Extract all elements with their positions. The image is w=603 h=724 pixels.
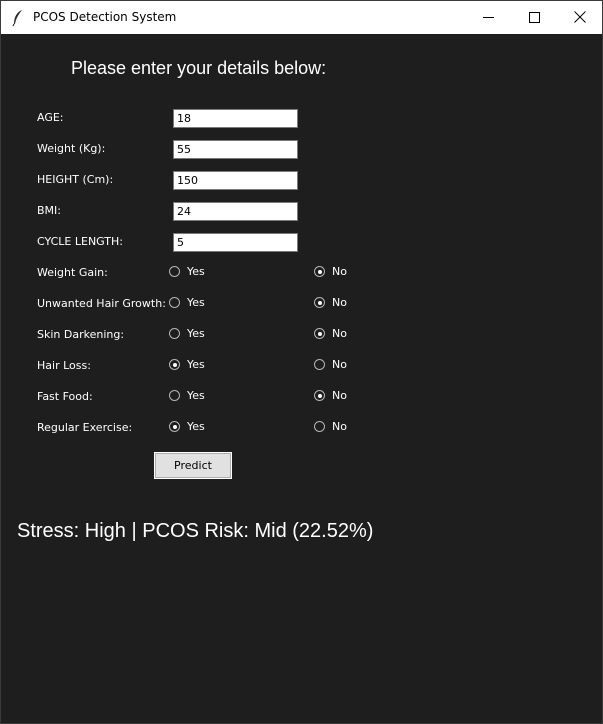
skin-darkening-no-radio[interactable]: No [314, 327, 347, 340]
close-button[interactable] [557, 1, 603, 34]
radio-label: No [332, 327, 347, 340]
radio-label: Yes [187, 327, 205, 340]
radio-label: No [332, 420, 347, 433]
weight-gain-yes-radio[interactable]: Yes [169, 265, 205, 278]
minimize-icon [482, 8, 494, 27]
hair-loss-yes-radio[interactable]: Yes [169, 358, 205, 371]
radio-circle [169, 390, 180, 401]
result-text: Stress: High | PCOS Risk: Mid (22.52%) [17, 520, 374, 542]
fast-food-yes-radio[interactable]: Yes [169, 389, 205, 402]
radio-circle [169, 297, 180, 308]
form-heading: Please enter your details below: [71, 58, 327, 78]
age-input[interactable] [173, 109, 298, 128]
feather-icon [11, 9, 25, 27]
hair-loss-no-radio[interactable]: No [314, 358, 347, 371]
radio-label: Yes [187, 265, 205, 278]
skin-darkening-label: Skin Darkening: [37, 328, 125, 341]
radio-label: No [332, 296, 347, 309]
unwanted-hair-growth-yes-radio[interactable]: Yes [169, 296, 205, 309]
height-label: HEIGHT (Cm): [37, 173, 114, 186]
radio-circle [169, 266, 180, 277]
maximize-icon [528, 8, 540, 27]
radio-circle [169, 421, 180, 432]
regular-exercise-yes-radio[interactable]: Yes [169, 420, 205, 433]
radio-circle [169, 328, 180, 339]
radio-circle [314, 359, 325, 370]
age-label: AGE: [37, 111, 64, 124]
predict-button[interactable]: Predict [154, 452, 232, 479]
radio-label: Yes [187, 389, 205, 402]
cycle-length-label: CYCLE LENGTH: [37, 235, 123, 248]
bmi-label: BMI: [37, 204, 61, 217]
radio-label: Yes [187, 296, 205, 309]
radio-circle [314, 297, 325, 308]
radio-circle [169, 359, 180, 370]
window-title: PCOS Detection System [33, 10, 177, 24]
radio-label: No [332, 265, 347, 278]
close-icon [574, 8, 586, 27]
hair-loss-label: Hair Loss: [37, 359, 91, 372]
weight-gain-label: Weight Gain: [37, 266, 108, 279]
regular-exercise-label: Regular Exercise: [37, 421, 133, 434]
weight-input[interactable] [173, 140, 298, 159]
regular-exercise-no-radio[interactable]: No [314, 420, 347, 433]
radio-circle [314, 421, 325, 432]
bmi-input[interactable] [173, 202, 298, 221]
weight-gain-no-radio[interactable]: No [314, 265, 347, 278]
app-window: PCOS Detection System Please enter your … [0, 0, 603, 724]
height-input[interactable] [173, 171, 298, 190]
radio-circle [314, 328, 325, 339]
radio-circle [314, 266, 325, 277]
unwanted-hair-growth-no-radio[interactable]: No [314, 296, 347, 309]
radio-circle [314, 390, 325, 401]
fast-food-no-radio[interactable]: No [314, 389, 347, 402]
radio-label: No [332, 358, 347, 371]
minimize-button[interactable] [465, 1, 511, 34]
skin-darkening-yes-radio[interactable]: Yes [169, 327, 205, 340]
fast-food-label: Fast Food: [37, 390, 93, 403]
weight-label: Weight (Kg): [37, 142, 106, 155]
cycle-length-input[interactable] [173, 233, 298, 252]
unwanted-hair-growth-label: Unwanted Hair Growth: [37, 297, 166, 310]
radio-label: Yes [187, 420, 205, 433]
radio-label: Yes [187, 358, 205, 371]
maximize-button[interactable] [511, 1, 557, 34]
title-bar[interactable]: PCOS Detection System [1, 1, 602, 34]
radio-label: No [332, 389, 347, 402]
